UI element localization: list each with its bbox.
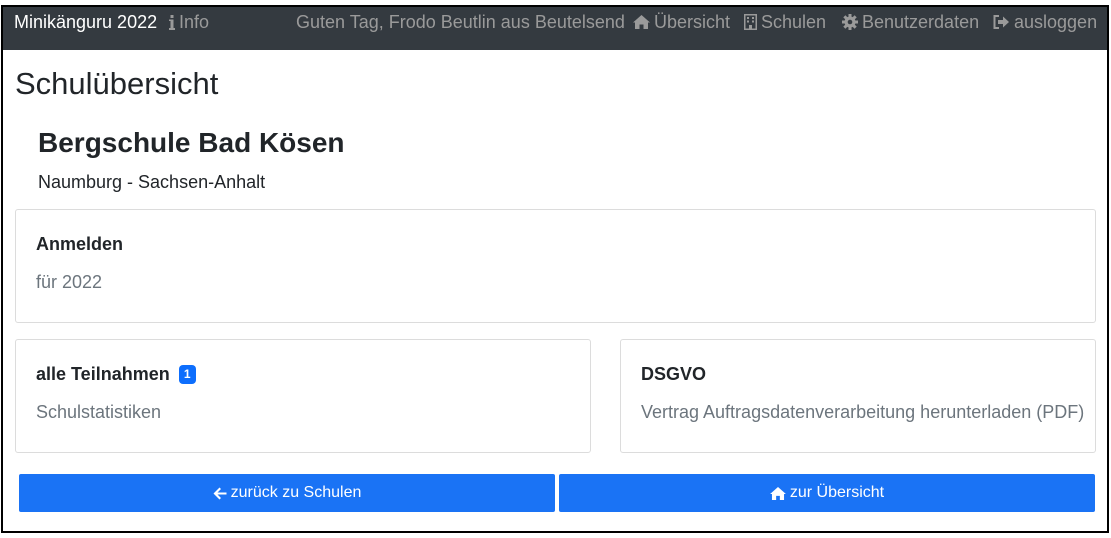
info-icon [169,14,175,30]
page-title: Schulübersicht [15,66,219,101]
dsgvo-card-text: Vertrag Auftragsdatenverarbeitung herunt… [641,402,1085,422]
nav-info-link[interactable]: Info [169,12,209,32]
home-icon [633,15,650,29]
nav-info-label: Info [179,12,210,32]
logout-icon [993,15,1010,29]
top-navbar: Minikänguru 2022 Info Guten Tag, Frodo B… [3,7,1107,50]
nav-schools-label: Schulen [761,12,827,32]
register-card[interactable]: Anmelden für 2022 [15,209,1096,323]
building-icon [744,14,757,30]
user-greeting: Guten Tag, Frodo Beutlin aus Beutelsend [296,12,625,32]
to-overview-button[interactable]: zur Übersicht [559,474,1095,512]
nav-overview-label: Übersicht [654,12,731,32]
nav-logout-label: ausloggen [1014,12,1098,32]
participations-card[interactable]: alle Teilnahmen 1 Schulstatistiken [15,339,591,453]
school-name: Bergschule Bad Kösen [38,127,345,158]
back-to-schools-label: zurück zu Schulen [230,484,362,501]
school-location: Naumburg - Sachsen-Anhalt [38,172,266,192]
register-card-text: für 2022 [36,272,103,292]
nav-logout-link[interactable]: ausloggen [993,12,1097,32]
home-icon [769,486,786,500]
arrow-left-icon [213,487,227,500]
dsgvo-card[interactable]: DSGVO Vertrag Auftragsdatenverarbeitung … [620,339,1096,453]
gear-icon [842,14,858,30]
participations-card-title: alle Teilnahmen [36,364,170,384]
participations-count-badge: 1 [178,364,196,384]
participations-card-text: Schulstatistiken [36,402,162,422]
participations-card-header: alle Teilnahmen 1 [36,363,196,385]
nav-overview-link[interactable]: Übersicht [633,12,730,32]
brand-title[interactable]: Minikänguru 2022 [14,12,157,32]
dsgvo-card-title: DSGVO [641,364,707,384]
nav-schools-link[interactable]: Schulen [744,12,826,32]
back-to-schools-button[interactable]: zurück zu Schulen [19,474,555,512]
app-window: Minikänguru 2022 Info Guten Tag, Frodo B… [1,5,1109,533]
nav-userdata-link[interactable]: Benutzerdaten [842,12,979,32]
register-card-title: Anmelden [36,234,124,254]
to-overview-label: zur Übersicht [789,484,885,501]
nav-userdata-label: Benutzerdaten [862,12,980,32]
